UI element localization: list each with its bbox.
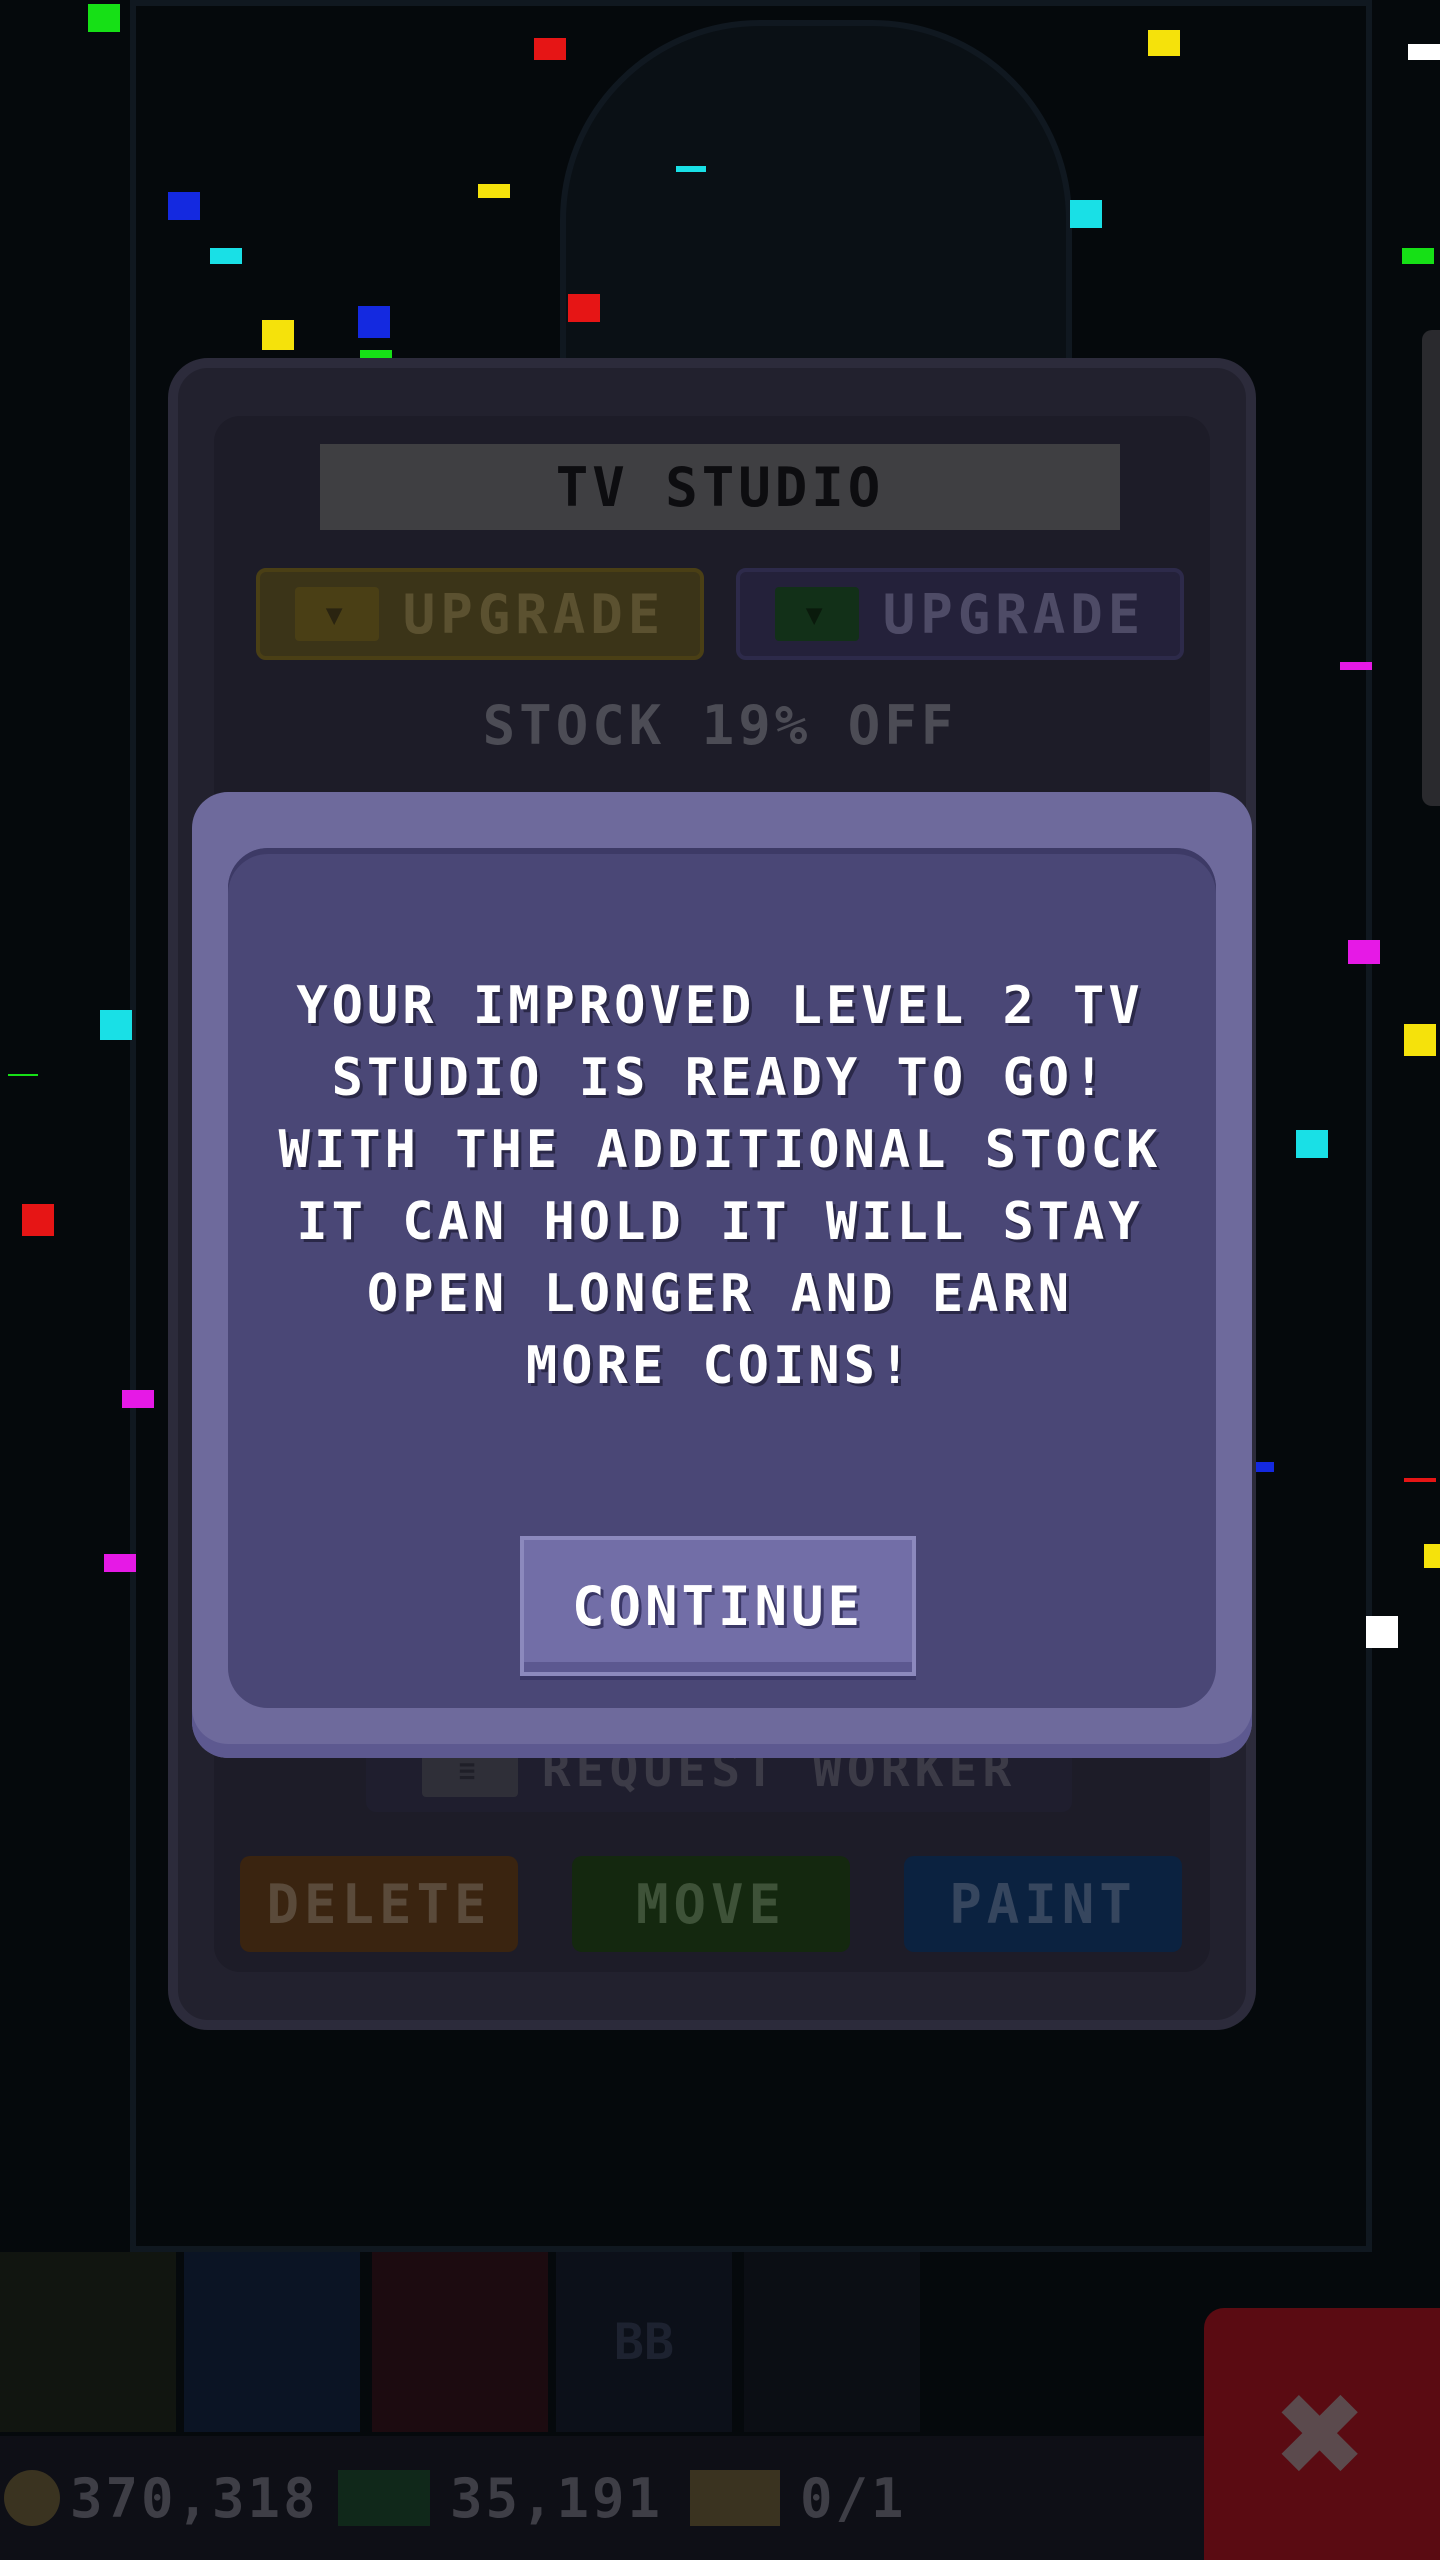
message-line: IT CAN HOLD IT WILL STAY: [296, 1192, 1144, 1252]
upgrade-bux-button[interactable]: ▼ UPGRADE: [736, 568, 1184, 660]
toolbar-slot-bb[interactable]: BB: [556, 2252, 732, 2432]
continue-button[interactable]: CONTINUE: [520, 1536, 916, 1676]
bux-icon: ▼: [774, 587, 859, 641]
message-line: WITH THE ADDITIONAL STOCK: [278, 1120, 1162, 1180]
delete-label: DELETE: [266, 1872, 492, 1936]
upgrade-coins-button[interactable]: ▼ UPGRADE: [256, 568, 704, 660]
toolbar-slot-people[interactable]: [0, 2252, 176, 2432]
bux-value: 35,191: [450, 2466, 664, 2530]
close-icon: ✖: [1276, 2347, 1368, 2521]
toolbar-slot-elevator[interactable]: [372, 2252, 548, 2432]
continue-label: CONTINUE: [571, 1574, 865, 1638]
message-line: YOUR IMPROVED LEVEL 2 TV: [296, 976, 1144, 1036]
paint-button[interactable]: PAINT: [904, 1856, 1182, 1952]
toolbar-slot-build[interactable]: [184, 2252, 360, 2432]
bottom-toolbar: BB: [0, 2252, 1200, 2432]
tickets-display: 0/1: [690, 2436, 907, 2560]
dialog-message: YOUR IMPROVED LEVEL 2 TV STUDIO IS READY…: [270, 970, 1170, 1402]
stock-discount-text: STOCK 19% OFF: [482, 694, 958, 757]
coins-value: 370,318: [70, 2466, 319, 2530]
message-line: OPEN LONGER AND EARN: [366, 1264, 1074, 1324]
move-button[interactable]: MOVE: [572, 1856, 850, 1952]
tickets-value: 0/1: [800, 2466, 907, 2530]
side-handle[interactable]: [1422, 330, 1440, 806]
toolbar-slot-empty[interactable]: [744, 2252, 920, 2432]
upgrade-coins-label: UPGRADE: [402, 582, 666, 646]
bux-icon: [338, 2470, 430, 2526]
ticket-icon: [690, 2470, 780, 2526]
delete-button[interactable]: DELETE: [240, 1856, 518, 1952]
coin-icon: [4, 2470, 60, 2526]
upgrade-bux-label: UPGRADE: [882, 582, 1146, 646]
close-button[interactable]: ✖: [1204, 2308, 1440, 2560]
move-label: MOVE: [635, 1872, 787, 1936]
panel-title: TV STUDIO: [320, 444, 1120, 530]
bux-display: 35,191: [338, 2436, 663, 2560]
ticket-icon: ▼: [294, 587, 379, 641]
paint-label: PAINT: [949, 1872, 1137, 1936]
message-line: STUDIO IS READY TO GO!: [331, 1048, 1109, 1108]
toolbar-slot-label: BB: [613, 2313, 675, 2371]
message-line: MORE COINS!: [525, 1336, 915, 1396]
coins-display: 370,318: [4, 2436, 319, 2560]
